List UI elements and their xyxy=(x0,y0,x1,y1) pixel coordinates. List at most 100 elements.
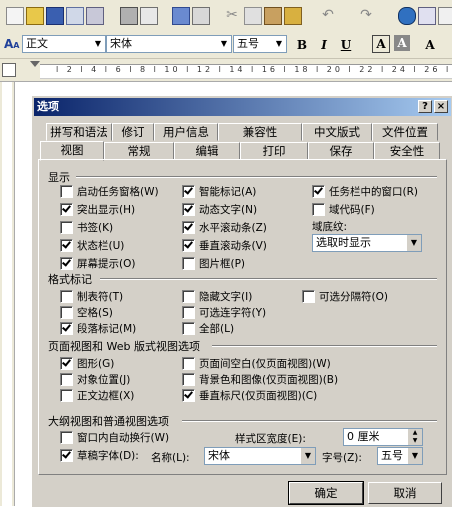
checkbox-box[interactable] xyxy=(60,257,73,270)
cb-vertical-scrollbar[interactable]: 垂直滚动条(V) xyxy=(182,238,267,253)
first-line-indent-icon[interactable] xyxy=(30,61,40,67)
tab-compatibility[interactable]: 兼容性 xyxy=(218,123,302,141)
checkbox-box[interactable] xyxy=(182,290,195,303)
cut-icon[interactable]: ✂ xyxy=(224,7,240,23)
format-painter-icon[interactable] xyxy=(284,7,302,25)
save-icon[interactable] xyxy=(46,7,64,25)
undo-icon[interactable]: ↶ xyxy=(320,7,336,23)
cb-all-marks[interactable]: 全部(L) xyxy=(182,321,234,336)
cb-drawings[interactable]: 图形(G) xyxy=(60,356,114,371)
checkbox-box[interactable] xyxy=(60,431,73,444)
tab-print[interactable]: 打印 xyxy=(240,142,308,160)
checkbox-box[interactable] xyxy=(60,185,73,198)
ok-button[interactable]: 确定 xyxy=(288,481,364,505)
cb-draft-font[interactable]: 草稿字体(D): xyxy=(60,448,139,463)
spelling-icon[interactable] xyxy=(172,7,190,25)
checkbox-box[interactable] xyxy=(182,306,195,319)
cb-text-boundaries[interactable]: 正文边框(X) xyxy=(60,388,134,403)
checkbox-box[interactable] xyxy=(182,322,195,335)
checkbox-box[interactable] xyxy=(60,357,73,370)
tab-view[interactable]: 视图 xyxy=(40,141,104,161)
redo-icon[interactable]: ↷ xyxy=(358,7,374,23)
insert-table-icon[interactable] xyxy=(438,7,452,25)
cb-background-colors[interactable]: 背景色和图像(仅页面视图)(B) xyxy=(182,372,338,387)
draft-font-name-select[interactable]: 宋体 ▼ xyxy=(204,447,316,465)
tab-spelling-grammar[interactable]: 拼写和语法 xyxy=(46,123,112,141)
field-shading-select[interactable]: 选取时显示 ▼ xyxy=(312,234,422,252)
new-document-icon[interactable] xyxy=(6,7,24,25)
permission-icon[interactable] xyxy=(66,7,84,25)
tab-security[interactable]: 安全性 xyxy=(374,142,440,160)
character-shading-button[interactable]: A xyxy=(394,35,410,51)
cb-animated-text[interactable]: 动态文字(N) xyxy=(182,202,257,217)
tab-save[interactable]: 保存 xyxy=(308,142,374,160)
text-effect-button[interactable]: A xyxy=(420,35,440,55)
spin-down-icon[interactable]: ▼ xyxy=(408,437,422,445)
research-icon[interactable] xyxy=(192,7,210,25)
tab-asian-typography[interactable]: 中文版式 xyxy=(302,123,372,141)
checkbox-box[interactable] xyxy=(302,290,315,303)
checkbox-box[interactable] xyxy=(60,306,73,319)
tab-edit[interactable]: 编辑 xyxy=(174,142,240,160)
tab-general[interactable]: 常规 xyxy=(104,142,174,160)
cb-highlight[interactable]: 突出显示(H) xyxy=(60,202,135,217)
tab-file-locations[interactable]: 文件位置 xyxy=(372,123,438,141)
checkbox-box[interactable] xyxy=(312,185,325,198)
checkbox-box[interactable] xyxy=(182,221,195,234)
checkbox-box[interactable] xyxy=(60,203,73,216)
font-combo[interactable]: 宋体 ▼ xyxy=(106,35,232,53)
checkbox-box[interactable] xyxy=(60,449,73,462)
print-preview-icon[interactable] xyxy=(140,7,158,25)
cancel-button[interactable]: 取消 xyxy=(368,482,442,504)
cb-windows-in-taskbar[interactable]: 任务栏中的窗口(R) xyxy=(312,184,418,199)
cb-bookmarks[interactable]: 书签(K) xyxy=(60,220,113,235)
print-icon[interactable] xyxy=(120,7,138,25)
checkbox-box[interactable] xyxy=(60,389,73,402)
checkbox-box[interactable] xyxy=(60,239,73,252)
checkbox-box[interactable] xyxy=(60,373,73,386)
cb-status-bar[interactable]: 状态栏(U) xyxy=(60,238,124,253)
checkbox-box[interactable] xyxy=(182,357,195,370)
draft-font-size-select[interactable]: 五号 ▼ xyxy=(377,447,423,465)
bold-button[interactable]: B xyxy=(292,35,312,55)
underline-button[interactable]: U xyxy=(336,35,356,55)
italic-button[interactable]: I xyxy=(314,35,334,55)
email-icon[interactable] xyxy=(86,7,104,25)
style-area-width-input[interactable]: 0 厘米 ▲ ▼ xyxy=(343,428,423,446)
tab-track-changes[interactable]: 修订 xyxy=(112,123,154,141)
open-folder-icon[interactable] xyxy=(26,7,44,25)
checkbox-box[interactable] xyxy=(182,389,195,402)
cb-paragraph-marks[interactable]: 段落标记(M) xyxy=(60,321,136,336)
cb-picture-placeholders[interactable]: 图片框(P) xyxy=(182,256,245,271)
tab-user-info[interactable]: 用户信息 xyxy=(154,123,218,141)
copy-icon[interactable] xyxy=(244,7,262,25)
cb-hidden-text[interactable]: 隐藏文字(I) xyxy=(182,289,252,304)
cb-tab-characters[interactable]: 制表符(T) xyxy=(60,289,123,304)
cb-horizontal-scrollbar[interactable]: 水平滚动条(Z) xyxy=(182,220,267,235)
help-button[interactable]: ? xyxy=(418,100,432,113)
checkbox-box[interactable] xyxy=(182,373,195,386)
checkbox-box[interactable] xyxy=(60,290,73,303)
size-combo[interactable]: 五号 ▼ xyxy=(233,35,287,53)
cb-wrap-to-window[interactable]: 窗口内自动换行(W) xyxy=(60,430,169,445)
styles-pane-icon[interactable]: AA xyxy=(4,37,20,51)
cb-white-space[interactable]: 页面间空白(仅页面视图)(W) xyxy=(182,356,331,371)
checkbox-box[interactable] xyxy=(182,203,195,216)
cb-smart-tags[interactable]: 智能标记(A) xyxy=(182,184,256,199)
cb-optional-breaks[interactable]: 可选分隔符(O) xyxy=(302,289,388,304)
hyperlink-icon[interactable] xyxy=(398,7,416,25)
tab-selector-icon[interactable] xyxy=(2,63,16,77)
checkbox-box[interactable] xyxy=(60,322,73,335)
cb-startup-task-pane[interactable]: 启动任务窗格(W) xyxy=(60,184,159,199)
checkbox-box[interactable] xyxy=(182,257,195,270)
cb-vertical-ruler[interactable]: 垂直标尺(仅页面视图)(C) xyxy=(182,388,317,403)
checkbox-box[interactable] xyxy=(182,239,195,252)
checkbox-box[interactable] xyxy=(312,203,325,216)
cb-screen-tips[interactable]: 屏幕提示(O) xyxy=(60,256,135,271)
cb-spaces[interactable]: 空格(S) xyxy=(60,305,113,320)
paste-icon[interactable] xyxy=(264,7,282,25)
close-button[interactable]: × xyxy=(434,100,448,113)
cb-optional-hyphens[interactable]: 可选连字符(Y) xyxy=(182,305,266,320)
cb-field-codes[interactable]: 域代码(F) xyxy=(312,202,375,217)
spin-up-icon[interactable]: ▲ xyxy=(408,429,422,437)
